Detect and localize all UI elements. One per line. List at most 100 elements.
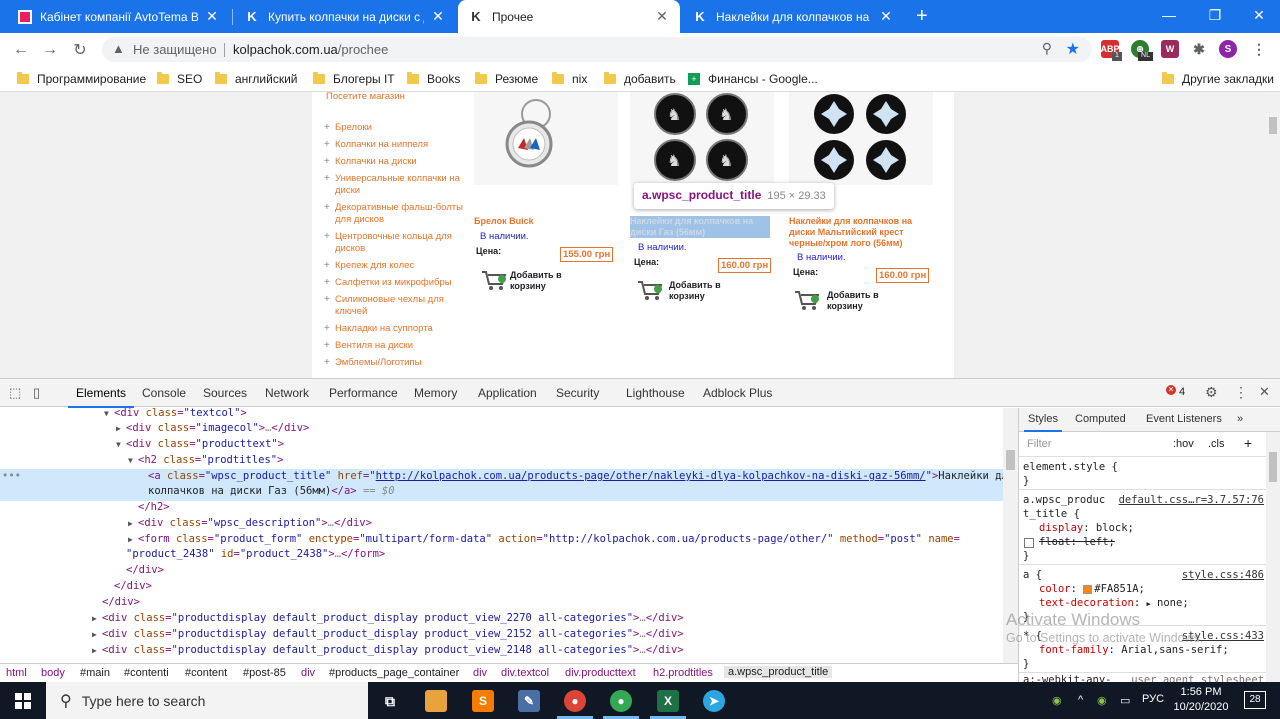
dom-node[interactable]: ▼ <div class="textcol"> (0, 408, 1003, 421)
crumb[interactable]: #main (80, 667, 110, 679)
file-explorer-icon[interactable] (425, 690, 447, 712)
href-link[interactable]: http://kolpachok.com.ua/products-page/ot… (376, 470, 926, 482)
clock[interactable]: 1:56 PM 10/20/2020 (1172, 685, 1230, 715)
browser-tab-active[interactable]: K Прочее ✕ (458, 0, 680, 33)
add-to-cart-button[interactable]: Добавить в корзину (510, 270, 570, 292)
tab-network[interactable]: Network (265, 386, 309, 400)
menu-kebab-icon[interactable]: ⋮ (1250, 40, 1268, 58)
rule-selector[interactable]: a { (1023, 569, 1042, 581)
reload-icon[interactable]: ↻ (69, 39, 91, 61)
start-button[interactable] (0, 682, 46, 719)
address-bar[interactable]: ▲ Не защищено kolpachok.com.ua/prochee ⚲… (102, 37, 1092, 62)
notifications-badge[interactable]: 28 (1244, 691, 1266, 709)
crumb[interactable]: div (473, 667, 487, 679)
taskbar-search[interactable]: ⚲ Type here to search (46, 682, 368, 719)
add-to-cart-button[interactable]: Добавить в корзину (827, 290, 887, 312)
product-title-highlighted[interactable]: Наклейки для колпачков на диски Газ (56м… (630, 216, 770, 238)
collapsed-arrow-icon[interactable]: ▶ (92, 643, 102, 658)
color-swatch[interactable] (1083, 584, 1093, 594)
back-icon[interactable]: ← (10, 39, 32, 61)
profile-avatar[interactable]: S (1219, 40, 1237, 58)
devtools-menu-icon[interactable]: ⋮ (1234, 384, 1248, 401)
cart-icon[interactable] (636, 278, 664, 302)
checkbox[interactable] (1024, 538, 1034, 548)
bookmark-folder[interactable]: добавить (604, 71, 676, 87)
warning-icon[interactable]: ▲ (112, 41, 125, 56)
tab-computed[interactable]: Computed (1075, 413, 1126, 425)
tray-app-icon[interactable]: ◉ (1052, 694, 1062, 707)
settings-gear-icon[interactable]: ⚙ (1205, 384, 1218, 401)
dom-node[interactable]: ▶ <form class="product_form" enctype="mul… (0, 532, 1003, 564)
chrome-icon[interactable]: ● (564, 690, 586, 712)
tab-sources[interactable]: Sources (203, 386, 247, 400)
category-link[interactable]: Вентиля на диски (324, 340, 464, 352)
bookmark-folder[interactable]: Блогеры IT (313, 71, 395, 87)
maximize-icon[interactable]: ❐ (1192, 0, 1238, 30)
more-tabs-icon[interactable]: » (1237, 413, 1243, 425)
app-icon[interactable]: ✎ (518, 690, 540, 712)
error-icon[interactable]: ✕ (1166, 385, 1176, 395)
w-extension-icon[interactable]: W (1161, 40, 1179, 58)
product-image[interactable] (789, 92, 933, 185)
rule-selector[interactable]: a.wpsc_produc (1023, 494, 1105, 506)
browser-tab[interactable]: K Наклейки для колпачков на дис ✕ (682, 0, 904, 33)
lang-indicator[interactable]: РУС (1142, 693, 1164, 705)
collapsed-arrow-icon[interactable]: ▶ (128, 532, 138, 547)
tab-application[interactable]: Application (478, 386, 537, 400)
chrome-profile-icon[interactable]: ● (610, 690, 632, 712)
styles-scrollbar[interactable] (1266, 432, 1280, 683)
category-link[interactable]: Силиконовые чехлы для ключей (324, 294, 464, 318)
expanded-arrow-icon[interactable]: ▼ (116, 437, 126, 452)
close-devtools-icon[interactable]: ✕ (1259, 384, 1270, 400)
other-bookmarks[interactable]: Другие закладки (1162, 71, 1274, 87)
dom-node[interactable]: ▶ <div class="productdisplay default_prod… (0, 643, 1003, 658)
minimize-icon[interactable]: — (1146, 0, 1192, 30)
close-icon[interactable]: ✕ (430, 8, 446, 25)
tab-security[interactable]: Security (556, 386, 599, 400)
cart-icon[interactable] (480, 268, 508, 292)
rule-selector[interactable]: t_title { (1023, 508, 1080, 520)
crumb[interactable]: div (301, 667, 315, 679)
dom-tree[interactable]: ▼ <div class="textcol"> ▶ <div class="imag… (0, 408, 1003, 670)
dom-node[interactable]: </div> (0, 579, 1003, 594)
add-rule-icon[interactable]: + (1244, 435, 1252, 451)
tray-chevron-icon[interactable]: ^ (1078, 694, 1083, 706)
crumb[interactable]: #contenti (124, 667, 169, 679)
tab-elements[interactable]: Elements (67, 386, 135, 408)
tab-performance[interactable]: Performance (329, 386, 398, 400)
css-declaration-disabled[interactable]: float: left; (1039, 536, 1115, 548)
dom-node[interactable]: ▼ <h2 class="prodtitles"> (0, 453, 1003, 468)
tab-event-listeners[interactable]: Event Listeners (1146, 413, 1222, 425)
network-icon[interactable]: ▭ (1120, 694, 1130, 707)
scrollbar-thumb[interactable] (1269, 452, 1277, 482)
category-link[interactable]: Центровочные кольца для дисков (324, 231, 464, 255)
category-link[interactable]: Крепеж для колес (324, 260, 464, 272)
crumb[interactable]: div.producttext (565, 667, 636, 679)
crumb[interactable]: h2.prodtitles (653, 667, 713, 679)
close-window-icon[interactable]: ✕ (1236, 0, 1280, 30)
sublime-text-icon[interactable]: S (472, 690, 494, 712)
product-image[interactable]: ♞ ♞ ♞ ♞ (630, 92, 774, 185)
device-toolbar-icon[interactable]: ▯ (33, 385, 40, 401)
rule-source-link[interactable]: style.css:486 (1182, 569, 1264, 581)
crumb[interactable]: body (41, 667, 65, 679)
css-declaration[interactable]: text-decoration: ▶ none; (1039, 597, 1189, 609)
category-link[interactable]: Брелоки (324, 122, 464, 134)
cart-icon[interactable] (793, 288, 821, 312)
dom-node-selected[interactable]: ••• <a class="wpsc_product_title" href="… (0, 469, 1003, 501)
rule-source-link[interactable]: default.css…r=3.7.57:76 (1119, 494, 1264, 506)
dom-node[interactable]: ▶ <div class="imagecol">…</div> (0, 421, 1003, 436)
new-tab-button[interactable]: + (908, 0, 942, 33)
collapsed-arrow-icon[interactable]: ▶ (128, 516, 138, 531)
tab-lighthouse[interactable]: Lighthouse (626, 386, 685, 400)
tab-styles[interactable]: Styles (1024, 413, 1062, 432)
tab-memory[interactable]: Memory (414, 386, 457, 400)
crumb[interactable]: #products_page_container (329, 667, 459, 679)
category-link[interactable]: Колпачки на диски (324, 156, 464, 168)
zoom-icon[interactable]: ⚲ (1042, 40, 1052, 57)
collapsed-arrow-icon[interactable]: ▶ (116, 421, 126, 436)
url-text[interactable]: kolpachok.com.ua/prochee (233, 42, 388, 57)
bookmark-folder[interactable]: Резюме (475, 71, 538, 87)
bookmark-star-icon[interactable]: ★ (1066, 39, 1080, 59)
bookmark-folder[interactable]: nix (552, 71, 587, 87)
